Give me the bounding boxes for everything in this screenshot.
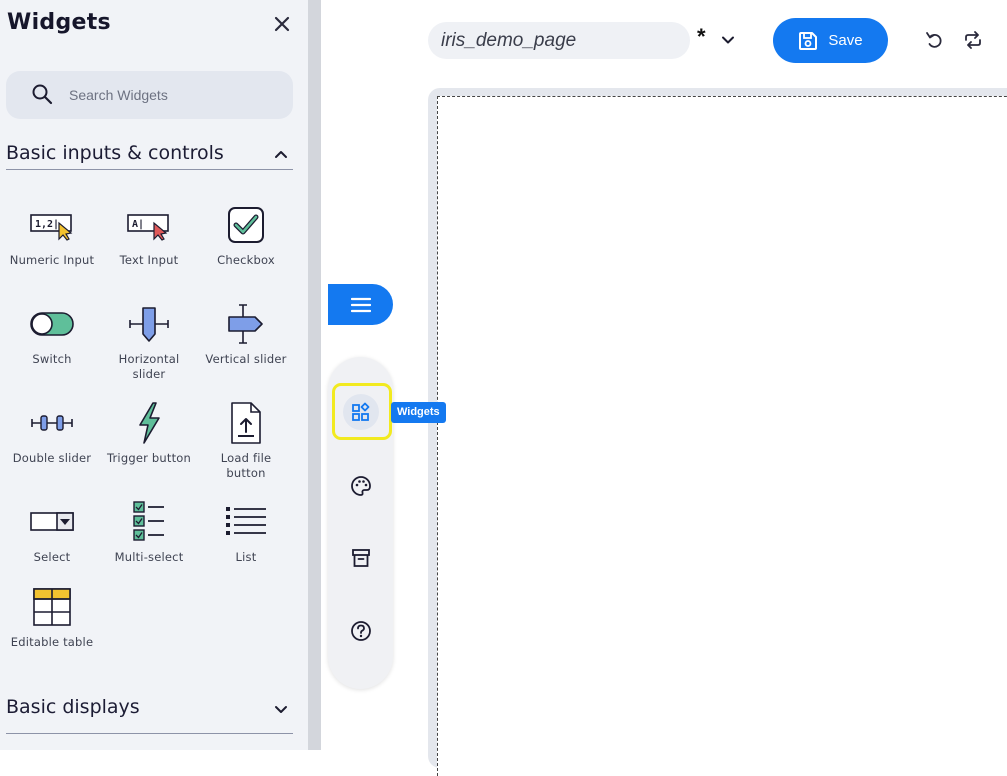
- widget-editable-table[interactable]: Editable table: [6, 585, 98, 650]
- undo-icon: [926, 32, 942, 48]
- switch-icon: [30, 312, 74, 336]
- tool-widgets[interactable]: [343, 394, 379, 430]
- widget-label: List: [235, 550, 257, 564]
- widget-label: Load file button: [220, 451, 272, 480]
- chevron-down-icon: [275, 706, 287, 713]
- section-basic-inputs[interactable]: Basic inputs & controls: [6, 140, 293, 170]
- undo-button[interactable]: [925, 31, 943, 49]
- tool-help[interactable]: [343, 613, 379, 649]
- redo-icon: [965, 31, 981, 49]
- list-icon: [226, 507, 266, 535]
- trigger-button-icon: [139, 402, 160, 444]
- widgets-panel: Widgets Basic inputs & controls 1,2| Num…: [0, 0, 308, 750]
- widget-checkbox[interactable]: Checkbox: [200, 203, 292, 268]
- vertical-slider-icon: [228, 304, 263, 344]
- section-basic-displays[interactable]: Basic displays: [6, 694, 293, 734]
- svg-text:1,2|: 1,2|: [35, 219, 59, 230]
- widget-multi-select[interactable]: Multi-select: [103, 500, 195, 565]
- page-name-input[interactable]: [428, 22, 690, 59]
- section-label: Basic inputs & controls: [6, 142, 224, 164]
- page-menu-button[interactable]: [719, 31, 737, 49]
- floppy-disk-icon: [799, 31, 818, 50]
- redo-button[interactable]: [963, 31, 983, 49]
- widget-text-input[interactable]: A| Text Input: [103, 203, 195, 268]
- load-file-button-icon: [231, 402, 261, 444]
- text-input-icon: A|: [127, 214, 169, 241]
- editable-table-icon: [33, 588, 71, 626]
- search-input[interactable]: [69, 84, 279, 106]
- section-label: Basic displays: [6, 696, 140, 718]
- widget-label: Select: [33, 550, 71, 564]
- help-icon: [351, 621, 371, 641]
- widget-label: Text Input: [119, 253, 179, 267]
- widget-switch[interactable]: Switch: [6, 302, 98, 367]
- search-icon: [32, 84, 53, 105]
- save-button[interactable]: Save: [773, 18, 888, 63]
- unsaved-indicator: *: [697, 24, 706, 49]
- select-icon: [30, 512, 74, 531]
- widget-label: Vertical slider: [205, 352, 287, 366]
- widget-list[interactable]: List: [200, 500, 292, 565]
- double-slider-icon: [31, 415, 73, 431]
- numeric-input-icon: 1,2|: [30, 214, 73, 241]
- widget-numeric-input[interactable]: 1,2| Numeric Input: [6, 203, 98, 268]
- panel-title: Widgets: [7, 10, 111, 35]
- widget-label: Multi-select: [114, 550, 184, 564]
- widget-label: Checkbox: [217, 253, 275, 267]
- widget-label: Numeric Input: [9, 253, 95, 267]
- widget-load-file-button[interactable]: Load file button: [200, 401, 292, 481]
- widgets-icon: [352, 402, 370, 421]
- widget-label: Double slider: [12, 451, 92, 465]
- palette-icon: [351, 476, 371, 496]
- widget-label: Editable table: [10, 635, 94, 649]
- toggle-menu-button[interactable]: [328, 284, 393, 325]
- chevron-down-icon: [722, 36, 734, 44]
- multi-select-icon: [133, 501, 164, 541]
- close-icon: [274, 16, 290, 32]
- hamburger-icon: [350, 297, 371, 312]
- checkbox-icon: [228, 207, 264, 243]
- widget-horizontal-slider[interactable]: Horizontal slider: [103, 302, 195, 382]
- search-box: [6, 71, 293, 119]
- horizontal-slider-icon: [129, 307, 169, 342]
- widget-label: Horizontal slider: [118, 352, 180, 381]
- tool-archive[interactable]: [343, 540, 379, 576]
- close-panel-button[interactable]: [270, 12, 294, 36]
- page-canvas[interactable]: [437, 96, 1007, 776]
- widget-label: Switch: [32, 352, 72, 366]
- svg-text:A|: A|: [132, 219, 144, 230]
- panel-resize-handle[interactable]: [308, 0, 321, 750]
- widget-label: Trigger button: [106, 451, 192, 465]
- widget-trigger-button[interactable]: Trigger button: [103, 401, 195, 466]
- tooltip-widgets: Widgets: [391, 402, 446, 423]
- tool-theme[interactable]: [343, 468, 379, 504]
- widget-select[interactable]: Select: [6, 500, 98, 565]
- widget-double-slider[interactable]: Double slider: [6, 401, 98, 466]
- archive-icon: [352, 549, 370, 567]
- widget-vertical-slider[interactable]: Vertical slider: [200, 302, 292, 367]
- chevron-up-icon: [275, 151, 287, 158]
- save-button-label: Save: [828, 32, 863, 49]
